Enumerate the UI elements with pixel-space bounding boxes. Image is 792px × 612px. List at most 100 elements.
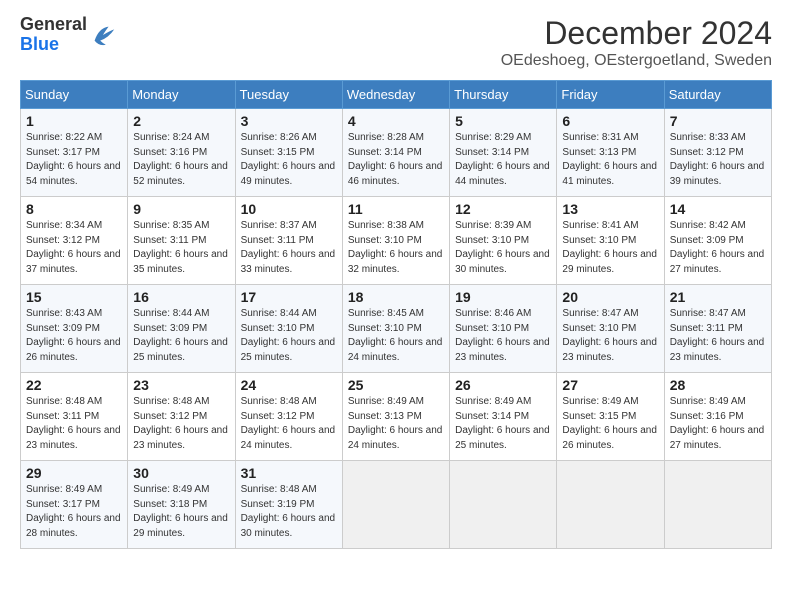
col-header-thursday: Thursday [450, 81, 557, 109]
calendar-cell: 21 Sunrise: 8:47 AMSunset: 3:11 PMDaylig… [664, 285, 771, 373]
week-row-2: 8 Sunrise: 8:34 AMSunset: 3:12 PMDayligh… [21, 197, 772, 285]
calendar-cell [557, 461, 664, 549]
calendar-cell: 20 Sunrise: 8:47 AMSunset: 3:10 PMDaylig… [557, 285, 664, 373]
day-info: Sunrise: 8:41 AMSunset: 3:10 PMDaylight:… [562, 220, 657, 275]
col-header-monday: Monday [128, 81, 235, 109]
calendar-cell: 3 Sunrise: 8:26 AMSunset: 3:15 PMDayligh… [235, 109, 342, 197]
calendar-cell: 13 Sunrise: 8:41 AMSunset: 3:10 PMDaylig… [557, 197, 664, 285]
col-header-tuesday: Tuesday [235, 81, 342, 109]
day-info: Sunrise: 8:22 AMSunset: 3:17 PMDaylight:… [26, 132, 121, 187]
calendar-cell: 23 Sunrise: 8:48 AMSunset: 3:12 PMDaylig… [128, 373, 235, 461]
day-number: 14 [670, 201, 766, 217]
day-info: Sunrise: 8:49 AMSunset: 3:14 PMDaylight:… [455, 396, 550, 451]
calendar-cell: 24 Sunrise: 8:48 AMSunset: 3:12 PMDaylig… [235, 373, 342, 461]
calendar-table: SundayMondayTuesdayWednesdayThursdayFrid… [20, 80, 772, 549]
day-number: 2 [133, 113, 229, 129]
day-info: Sunrise: 8:43 AMSunset: 3:09 PMDaylight:… [26, 308, 121, 363]
day-info: Sunrise: 8:33 AMSunset: 3:12 PMDaylight:… [670, 132, 765, 187]
day-number: 10 [241, 201, 337, 217]
day-number: 5 [455, 113, 551, 129]
day-info: Sunrise: 8:49 AMSunset: 3:15 PMDaylight:… [562, 396, 657, 451]
logo-bird-icon [89, 21, 117, 49]
day-number: 15 [26, 289, 122, 305]
day-number: 24 [241, 377, 337, 393]
calendar-cell: 10 Sunrise: 8:37 AMSunset: 3:11 PMDaylig… [235, 197, 342, 285]
day-number: 1 [26, 113, 122, 129]
calendar-cell [342, 461, 449, 549]
calendar-cell: 19 Sunrise: 8:46 AMSunset: 3:10 PMDaylig… [450, 285, 557, 373]
day-info: Sunrise: 8:49 AMSunset: 3:18 PMDaylight:… [133, 484, 228, 539]
logo-general: General [20, 14, 87, 34]
calendar-cell [664, 461, 771, 549]
col-header-sunday: Sunday [21, 81, 128, 109]
day-info: Sunrise: 8:47 AMSunset: 3:10 PMDaylight:… [562, 308, 657, 363]
day-info: Sunrise: 8:34 AMSunset: 3:12 PMDaylight:… [26, 220, 121, 275]
day-info: Sunrise: 8:37 AMSunset: 3:11 PMDaylight:… [241, 220, 336, 275]
month-title: December 2024 [501, 15, 772, 52]
calendar-cell: 17 Sunrise: 8:44 AMSunset: 3:10 PMDaylig… [235, 285, 342, 373]
calendar-cell: 30 Sunrise: 8:49 AMSunset: 3:18 PMDaylig… [128, 461, 235, 549]
day-info: Sunrise: 8:28 AMSunset: 3:14 PMDaylight:… [348, 132, 443, 187]
day-number: 8 [26, 201, 122, 217]
day-number: 16 [133, 289, 229, 305]
calendar-cell: 4 Sunrise: 8:28 AMSunset: 3:14 PMDayligh… [342, 109, 449, 197]
logo-blue: Blue [20, 34, 59, 54]
day-number: 30 [133, 465, 229, 481]
day-number: 26 [455, 377, 551, 393]
day-number: 21 [670, 289, 766, 305]
day-info: Sunrise: 8:48 AMSunset: 3:11 PMDaylight:… [26, 396, 121, 451]
day-number: 27 [562, 377, 658, 393]
day-info: Sunrise: 8:48 AMSunset: 3:19 PMDaylight:… [241, 484, 336, 539]
col-header-saturday: Saturday [664, 81, 771, 109]
week-row-4: 22 Sunrise: 8:48 AMSunset: 3:11 PMDaylig… [21, 373, 772, 461]
day-info: Sunrise: 8:48 AMSunset: 3:12 PMDaylight:… [241, 396, 336, 451]
day-number: 19 [455, 289, 551, 305]
day-info: Sunrise: 8:46 AMSunset: 3:10 PMDaylight:… [455, 308, 550, 363]
calendar-cell: 18 Sunrise: 8:45 AMSunset: 3:10 PMDaylig… [342, 285, 449, 373]
day-info: Sunrise: 8:44 AMSunset: 3:10 PMDaylight:… [241, 308, 336, 363]
day-number: 11 [348, 201, 444, 217]
day-info: Sunrise: 8:39 AMSunset: 3:10 PMDaylight:… [455, 220, 550, 275]
day-number: 31 [241, 465, 337, 481]
calendar-cell [450, 461, 557, 549]
day-number: 29 [26, 465, 122, 481]
calendar-cell: 6 Sunrise: 8:31 AMSunset: 3:13 PMDayligh… [557, 109, 664, 197]
day-info: Sunrise: 8:35 AMSunset: 3:11 PMDaylight:… [133, 220, 228, 275]
week-row-3: 15 Sunrise: 8:43 AMSunset: 3:09 PMDaylig… [21, 285, 772, 373]
col-header-friday: Friday [557, 81, 664, 109]
calendar-cell: 9 Sunrise: 8:35 AMSunset: 3:11 PMDayligh… [128, 197, 235, 285]
day-number: 7 [670, 113, 766, 129]
day-info: Sunrise: 8:42 AMSunset: 3:09 PMDaylight:… [670, 220, 765, 275]
calendar-cell: 25 Sunrise: 8:49 AMSunset: 3:13 PMDaylig… [342, 373, 449, 461]
location: OEdeshoeg, OEstergoetland, Sweden [501, 52, 772, 70]
day-number: 6 [562, 113, 658, 129]
calendar-cell: 7 Sunrise: 8:33 AMSunset: 3:12 PMDayligh… [664, 109, 771, 197]
logo: General Blue [20, 15, 117, 55]
day-number: 28 [670, 377, 766, 393]
title-block: December 2024 OEdeshoeg, OEstergoetland,… [501, 15, 772, 70]
day-number: 23 [133, 377, 229, 393]
day-number: 4 [348, 113, 444, 129]
day-number: 25 [348, 377, 444, 393]
page: General Blue December 2024 OEdeshoeg, OE… [0, 0, 792, 612]
day-info: Sunrise: 8:38 AMSunset: 3:10 PMDaylight:… [348, 220, 443, 275]
day-number: 12 [455, 201, 551, 217]
calendar-header: SundayMondayTuesdayWednesdayThursdayFrid… [21, 81, 772, 109]
header-row: SundayMondayTuesdayWednesdayThursdayFrid… [21, 81, 772, 109]
week-row-1: 1 Sunrise: 8:22 AMSunset: 3:17 PMDayligh… [21, 109, 772, 197]
day-number: 3 [241, 113, 337, 129]
day-info: Sunrise: 8:47 AMSunset: 3:11 PMDaylight:… [670, 308, 765, 363]
calendar-cell: 11 Sunrise: 8:38 AMSunset: 3:10 PMDaylig… [342, 197, 449, 285]
calendar-cell: 1 Sunrise: 8:22 AMSunset: 3:17 PMDayligh… [21, 109, 128, 197]
calendar-body: 1 Sunrise: 8:22 AMSunset: 3:17 PMDayligh… [21, 109, 772, 549]
day-info: Sunrise: 8:31 AMSunset: 3:13 PMDaylight:… [562, 132, 657, 187]
calendar-cell: 2 Sunrise: 8:24 AMSunset: 3:16 PMDayligh… [128, 109, 235, 197]
day-number: 17 [241, 289, 337, 305]
day-info: Sunrise: 8:29 AMSunset: 3:14 PMDaylight:… [455, 132, 550, 187]
day-info: Sunrise: 8:24 AMSunset: 3:16 PMDaylight:… [133, 132, 228, 187]
calendar-cell: 14 Sunrise: 8:42 AMSunset: 3:09 PMDaylig… [664, 197, 771, 285]
day-number: 18 [348, 289, 444, 305]
day-number: 13 [562, 201, 658, 217]
day-info: Sunrise: 8:45 AMSunset: 3:10 PMDaylight:… [348, 308, 443, 363]
calendar-cell: 27 Sunrise: 8:49 AMSunset: 3:15 PMDaylig… [557, 373, 664, 461]
